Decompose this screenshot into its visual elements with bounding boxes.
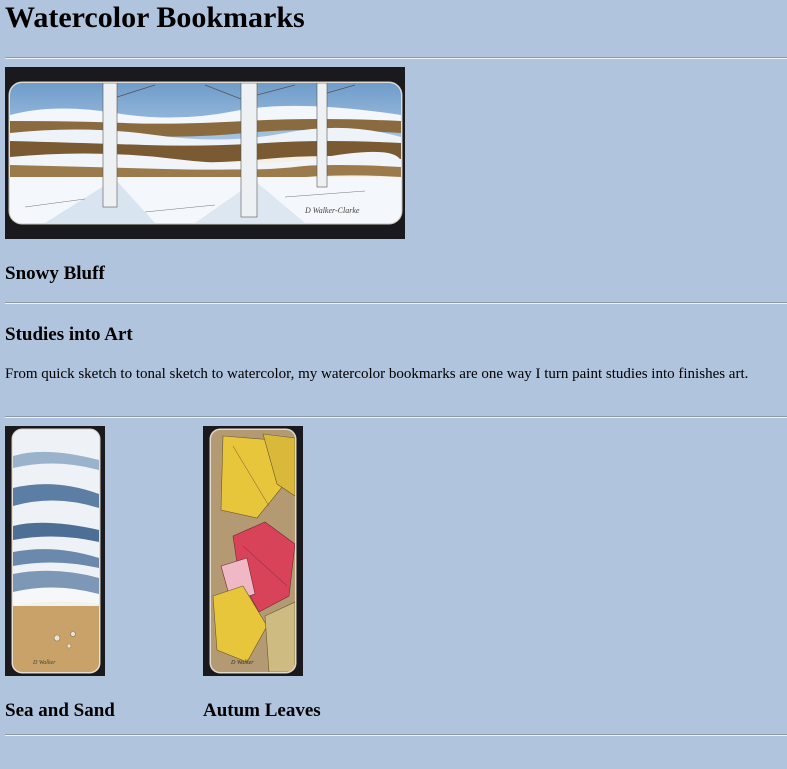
sea-and-sand-painting: D Walker bbox=[11, 428, 101, 674]
sea-and-sand-caption: Sea and Sand bbox=[5, 700, 115, 721]
sea-and-sand-image: D Walker bbox=[5, 426, 105, 676]
snowy-bluff-caption: Snowy Bluff bbox=[5, 263, 105, 284]
divider-gallery bbox=[5, 416, 787, 418]
snowy-bluff-painting: D Walker-Clarke bbox=[8, 81, 403, 225]
autum-leaves-signature: D Walker bbox=[230, 660, 254, 666]
divider-top bbox=[5, 57, 787, 59]
autum-leaves-image: D Walker bbox=[203, 426, 303, 676]
section-heading: Studies into Art bbox=[5, 324, 133, 345]
snowy-bluff-image: D Walker-Clarke bbox=[5, 67, 405, 239]
divider-middle bbox=[5, 302, 787, 304]
snowy-bluff-signature: D Walker-Clarke bbox=[304, 206, 360, 215]
sea-and-sand-signature: D Walker bbox=[32, 660, 56, 666]
page-title: Watercolor Bookmarks bbox=[5, 1, 305, 34]
autum-leaves-painting: D Walker bbox=[209, 428, 297, 674]
section-body: From quick sketch to tonal sketch to wat… bbox=[5, 366, 749, 382]
divider-bottom bbox=[5, 734, 787, 736]
autum-leaves-caption: Autum Leaves bbox=[203, 700, 321, 721]
